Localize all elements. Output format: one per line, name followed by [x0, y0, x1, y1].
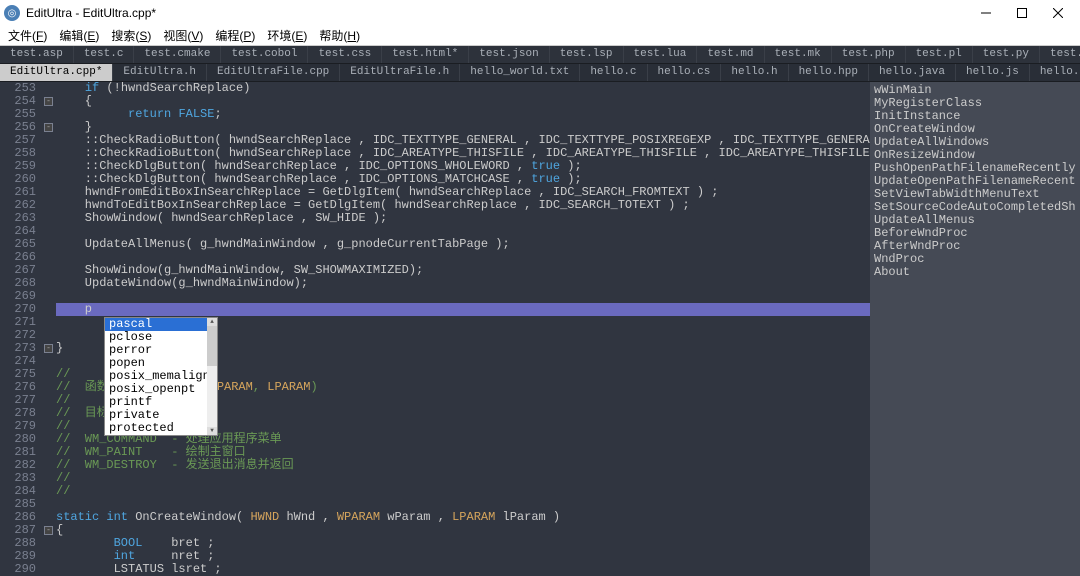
menu-f[interactable]: 文件(F) [2, 25, 53, 46]
symbol-sidebar[interactable]: wWinMainMyRegisterClassInitInstanceOnCre… [870, 82, 1080, 576]
tab-row-1: test.asptest.ctest.cmaketest.coboltest.c… [0, 46, 1080, 64]
symbol-item[interactable]: SetViewTabWidthMenuText [874, 188, 1076, 201]
tab[interactable]: hello_world.txt [460, 64, 580, 81]
tab[interactable]: hello.c [580, 64, 647, 81]
code-line[interactable]: // WM_DESTROY - 发送退出消息并返回 [56, 459, 870, 472]
tab[interactable]: EditUltraFile.h [340, 64, 460, 81]
tab[interactable]: EditUltra.cpp* [0, 64, 113, 81]
autocomplete-popup[interactable]: ▲ ▼ pascalpcloseperrorpopenposix_memalig… [104, 317, 218, 436]
tab[interactable]: EditUltraFile.cpp [207, 64, 340, 81]
tab[interactable]: hello.java [869, 64, 956, 81]
scroll-thumb[interactable] [207, 326, 217, 366]
maximize-button[interactable] [1004, 1, 1040, 25]
tab[interactable]: EditUltra.h [113, 64, 207, 81]
window-title: EditUltra - EditUltra.cpp* [26, 6, 968, 20]
symbol-item[interactable]: UpdateOpenPathFilenameRecently [874, 175, 1076, 188]
tab[interactable]: test.json [469, 46, 549, 63]
code-line[interactable]: if (!hwndSearchReplace) [56, 82, 870, 95]
code-line[interactable]: // [56, 472, 870, 485]
code-line[interactable]: ShowWindow( hwndSearchReplace , SW_HIDE … [56, 212, 870, 225]
symbol-item[interactable]: About [874, 266, 1076, 279]
code-line[interactable] [56, 290, 870, 303]
tab[interactable]: test.html* [382, 46, 469, 63]
symbol-item[interactable]: AfterWndProc [874, 240, 1076, 253]
tab[interactable]: hello.js [956, 64, 1030, 81]
symbol-item[interactable]: SetSourceCodeAutoCompletedShowAft [874, 201, 1076, 214]
menubar: 文件(F)编辑(E)搜索(S)视图(V)编程(P)环境(E)帮助(H) [0, 26, 1080, 46]
symbol-item[interactable]: BeforeWndProc [874, 227, 1076, 240]
scroll-up-icon[interactable]: ▲ [207, 318, 217, 326]
fold-marker[interactable]: - [44, 344, 53, 353]
symbol-item[interactable]: UpdateAllMenus [874, 214, 1076, 227]
tab[interactable]: test.cmake [134, 46, 221, 63]
autocomplete-item[interactable]: protected [105, 422, 217, 435]
tab[interactable]: test.asp [0, 46, 74, 63]
code-line[interactable]: UpdateAllMenus( g_hwndMainWindow , g_pno… [56, 238, 870, 251]
symbol-item[interactable]: WndProc [874, 253, 1076, 266]
line-number: 290 [14, 563, 36, 576]
tab[interactable]: hello.txt [1030, 64, 1080, 81]
scroll-down-icon[interactable]: ▼ [207, 427, 217, 435]
code-line[interactable]: p [56, 303, 870, 316]
fold-marker[interactable]: - [44, 123, 53, 132]
menu-e[interactable]: 环境(E) [261, 25, 313, 46]
tab[interactable]: test.lua [624, 46, 698, 63]
symbol-item[interactable]: OnCreateWindow [874, 123, 1076, 136]
menu-p[interactable]: 编程(P) [209, 25, 261, 46]
code-line[interactable]: LSTATUS lsret ; [56, 563, 870, 576]
app-icon: ◎ [4, 5, 20, 21]
tab[interactable]: hello.hpp [789, 64, 869, 81]
close-button[interactable] [1040, 1, 1076, 25]
code-line[interactable]: static int OnCreateWindow( HWND hWnd , W… [56, 511, 870, 524]
tab[interactable]: test.php [832, 46, 906, 63]
symbol-item[interactable]: OnResizeWindow [874, 149, 1076, 162]
symbol-item[interactable]: wWinMain [874, 84, 1076, 97]
tab[interactable]: test.pl [906, 46, 973, 63]
titlebar: ◎ EditUltra - EditUltra.cpp* [0, 0, 1080, 26]
menu-e[interactable]: 编辑(E) [53, 25, 105, 46]
menu-s[interactable]: 搜索(S) [105, 25, 157, 46]
code-editor[interactable]: 2532542552562572582592602612622632642652… [0, 82, 870, 576]
tab[interactable]: test.lsp [550, 46, 624, 63]
code-line[interactable]: UpdateWindow(g_hwndMainWindow); [56, 277, 870, 290]
fold-marker[interactable]: - [44, 97, 53, 106]
symbol-item[interactable]: InitInstance [874, 110, 1076, 123]
symbol-item[interactable]: UpdateAllWindows [874, 136, 1076, 149]
tab[interactable]: test.c [74, 46, 135, 63]
symbol-item[interactable]: PushOpenPathFilenameRecently [874, 162, 1076, 175]
code-line[interactable]: return FALSE; [56, 108, 870, 121]
tab[interactable]: test.md [697, 46, 764, 63]
tab[interactable]: hello.h [721, 64, 788, 81]
tab[interactable]: test.cobol [221, 46, 308, 63]
fold-marker[interactable]: - [44, 526, 53, 535]
minimize-button[interactable] [968, 1, 1004, 25]
menu-v[interactable]: 视图(V) [157, 25, 209, 46]
tab[interactable]: test.py [973, 46, 1040, 63]
tab[interactable]: hello.cs [648, 64, 722, 81]
code-line[interactable]: // [56, 485, 870, 498]
autocomplete-scrollbar[interactable]: ▲ ▼ [207, 318, 217, 435]
menu-h[interactable]: 帮助(H) [313, 25, 366, 46]
tab[interactable]: test.mk [765, 46, 832, 63]
tab[interactable]: test.rb [1040, 46, 1080, 63]
tab-row-2: EditUltra.cpp*EditUltra.hEditUltraFile.c… [0, 64, 1080, 82]
symbol-item[interactable]: MyRegisterClass [874, 97, 1076, 110]
tab[interactable]: test.css [308, 46, 382, 63]
